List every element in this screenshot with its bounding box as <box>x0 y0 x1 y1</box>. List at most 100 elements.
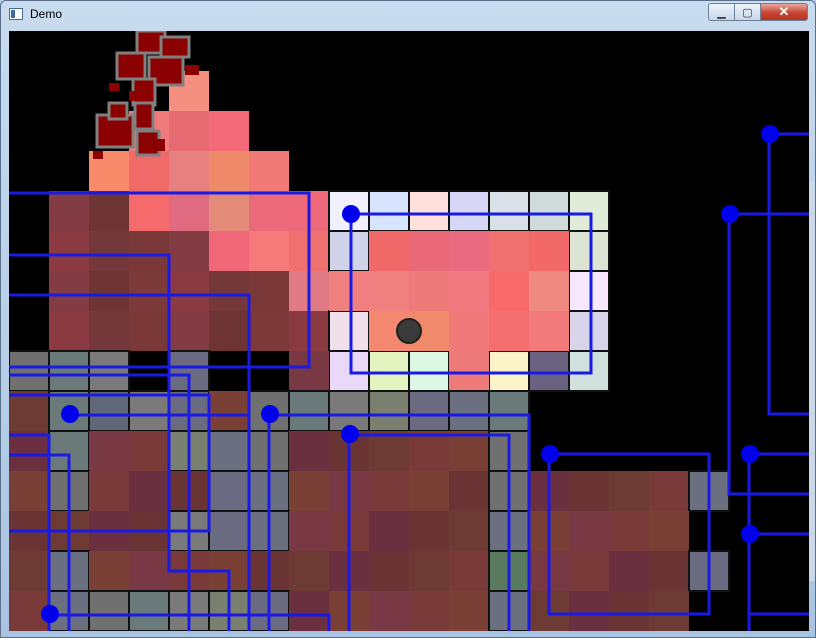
maroon-tile <box>89 191 129 231</box>
wall-tile <box>88 350 130 392</box>
floor-tile <box>209 391 249 431</box>
path-node <box>261 405 279 423</box>
floor-tile <box>289 591 329 631</box>
tile <box>529 231 569 271</box>
app-icon <box>9 8 23 20</box>
tile <box>609 511 649 551</box>
maroon-tile <box>49 191 89 231</box>
tile <box>569 551 609 591</box>
floor-tile <box>369 591 409 631</box>
wall-tile <box>488 350 530 392</box>
tile <box>569 591 609 631</box>
game-scene <box>9 31 809 631</box>
wall-tile <box>528 350 570 392</box>
maroon-tile <box>89 271 129 311</box>
floor-tile <box>289 551 329 591</box>
floor-tile <box>289 431 329 471</box>
tile <box>129 191 169 231</box>
maroon-tile <box>249 311 289 351</box>
title-bar[interactable]: Demo ▁ ▢ ✕ <box>1 1 815 29</box>
path-node <box>721 205 739 223</box>
maroon-tile <box>49 231 89 271</box>
close-button[interactable]: ✕ <box>760 3 808 21</box>
tile <box>609 551 649 591</box>
wall-tile <box>208 510 250 552</box>
wall-tile <box>328 390 370 432</box>
tile <box>449 311 489 351</box>
path-line <box>767 134 809 416</box>
wall-tile <box>328 350 370 392</box>
tile <box>209 111 249 151</box>
maroon-tile <box>129 271 169 311</box>
blob-fragment <box>129 91 139 101</box>
tile <box>449 271 489 311</box>
floor-tile <box>289 471 329 511</box>
tile <box>409 231 449 271</box>
maroon-tile <box>89 231 129 271</box>
tile <box>529 311 569 351</box>
floor-tile <box>369 511 409 551</box>
wall-tile <box>568 310 610 352</box>
wall-tile <box>288 390 330 432</box>
maximize-button[interactable]: ▢ <box>734 3 761 21</box>
path-node <box>61 405 79 423</box>
tile <box>209 231 249 271</box>
tile <box>409 271 449 311</box>
floor-tile <box>129 431 169 471</box>
wall-tile <box>208 430 250 472</box>
floor-tile <box>9 471 49 511</box>
blob-fragment <box>153 139 165 151</box>
maroon-tile <box>49 311 89 351</box>
player-token <box>396 318 422 344</box>
floor-tile <box>449 591 489 631</box>
player-circle <box>396 318 422 344</box>
wall-tile <box>368 190 410 232</box>
tile <box>249 191 289 231</box>
maroon-tile <box>49 271 89 311</box>
tile <box>249 231 289 271</box>
minimize-button[interactable]: ▁ <box>708 3 735 21</box>
floor-tile <box>409 591 449 631</box>
blob-fragment <box>109 83 119 91</box>
blob-segment <box>115 51 147 81</box>
floor-tile <box>449 511 489 551</box>
floor-tile <box>129 551 169 591</box>
tile <box>649 551 689 591</box>
floor-tile <box>369 431 409 471</box>
floor-tile <box>409 551 449 591</box>
game-canvas[interactable] <box>9 31 809 631</box>
wall-tile <box>488 390 530 432</box>
floor-tile <box>9 391 49 431</box>
blob-segment <box>133 101 155 131</box>
path-node <box>541 445 559 463</box>
maroon-tile <box>129 311 169 351</box>
wall-tile <box>408 390 450 432</box>
app-window: Demo ▁ ▢ ✕ <box>0 0 816 638</box>
floor-tile <box>9 551 49 591</box>
blob-segment <box>107 101 129 121</box>
path-node <box>741 445 759 463</box>
maroon-tile <box>169 271 209 311</box>
floor-tile <box>449 471 489 511</box>
window-title: Demo <box>30 7 63 21</box>
wall-tile <box>88 390 130 432</box>
wall-tile <box>88 590 130 631</box>
wall-tile <box>568 270 610 312</box>
tile <box>569 511 609 551</box>
tile <box>569 471 609 511</box>
minimize-icon: ▁ <box>717 6 726 19</box>
floor-tile <box>409 431 449 471</box>
maroon-tile <box>249 271 289 311</box>
wall-tile <box>368 350 410 392</box>
floor-tile <box>289 511 329 551</box>
tile-layer <box>9 71 730 631</box>
maximize-icon: ▢ <box>742 6 753 19</box>
tile <box>489 311 529 351</box>
maroon-tile <box>209 271 249 311</box>
wall-tile <box>488 190 530 232</box>
maroon-tile <box>209 311 249 351</box>
wall-tile <box>528 190 570 232</box>
tile <box>609 591 649 631</box>
floor-tile <box>89 431 129 471</box>
floor-tile <box>129 471 169 511</box>
